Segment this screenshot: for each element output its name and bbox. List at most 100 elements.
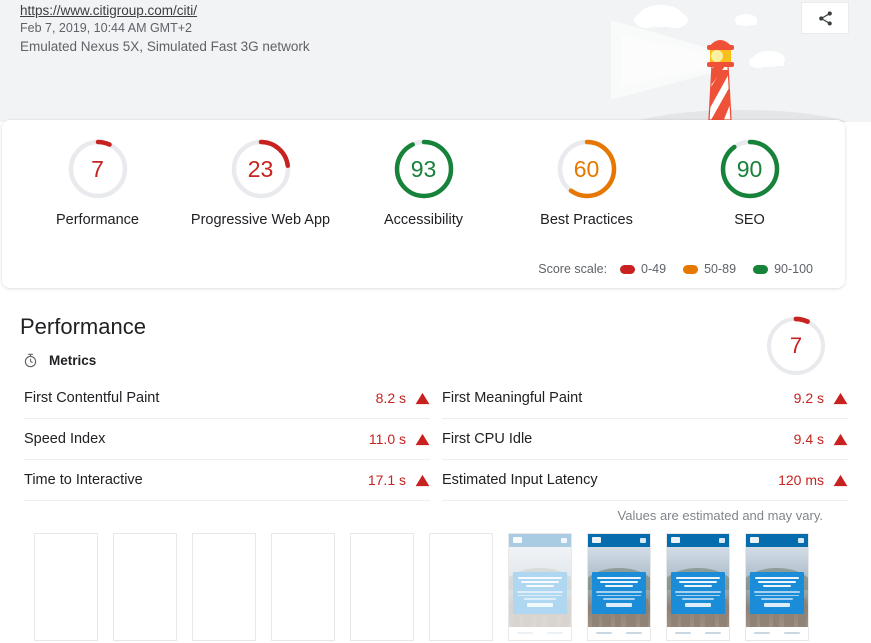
page-thumbnail xyxy=(667,534,729,640)
gauge-score-value: 7 xyxy=(91,155,104,182)
metric-value: 11.0 s xyxy=(368,431,406,447)
warning-triangle-icon xyxy=(415,433,430,445)
metric-value: 9.2 s xyxy=(793,390,824,406)
thumbnail-menu-icon xyxy=(798,538,804,543)
scale-range-pass: 90-100 xyxy=(774,262,813,276)
gauge-ring: 90 xyxy=(719,138,781,200)
gauge-ring: 23 xyxy=(230,138,292,200)
thumbnail-menu-icon xyxy=(561,538,567,543)
thumbnail-footer-line xyxy=(784,632,800,634)
share-button[interactable] xyxy=(801,2,849,34)
thumbnail-text-line xyxy=(525,585,555,587)
filmstrip-frame[interactable] xyxy=(34,533,98,641)
gauge-label: Performance xyxy=(55,212,139,228)
metric-row[interactable]: Time to Interactive 17.1 s xyxy=(24,460,430,501)
score-gauge-pwa[interactable]: 23 Progressive Web App xyxy=(179,138,342,228)
screenshot-filmstrip xyxy=(34,533,809,641)
report-url-link[interactable]: https://www.citigroup.com/citi/ xyxy=(20,2,310,20)
thumbnail-text-line xyxy=(678,581,718,583)
scale-range-fail: 0-49 xyxy=(641,262,667,276)
thumbnail-text-line xyxy=(604,585,634,587)
filmstrip-frame[interactable] xyxy=(429,533,493,641)
gauge-score-value: 93 xyxy=(410,155,437,182)
thumbnail-menu-icon xyxy=(640,538,646,543)
thumbnail-header-bar xyxy=(509,534,571,547)
score-gauge-performance[interactable]: 7 Performance xyxy=(16,138,179,228)
thumbnail-text-line xyxy=(517,591,563,593)
score-gauge-best-practices[interactable]: 60 Best Practices xyxy=(505,138,668,228)
thumbnail-text-line xyxy=(518,577,562,579)
filmstrip-frame[interactable] xyxy=(587,533,651,641)
report-timestamp: Feb 7, 2019, 10:44 AM GMT+2 xyxy=(20,21,192,35)
filmstrip-frame[interactable] xyxy=(745,533,809,641)
score-gauge-seo[interactable]: 90 SEO xyxy=(668,138,831,228)
thumbnail-text-line xyxy=(599,581,639,583)
metric-name: Estimated Input Latency xyxy=(442,472,598,488)
gauge-label: SEO xyxy=(734,212,765,228)
filmstrip-frame[interactable] xyxy=(666,533,730,641)
metrics-column-right: First Meaningful Paint 9.2 s First CPU I… xyxy=(442,378,848,501)
score-scale-item-fail: 0-49 xyxy=(620,262,666,276)
page-thumbnail xyxy=(509,534,571,640)
filmstrip-frame[interactable] xyxy=(350,533,414,641)
thumbnail-header-bar xyxy=(667,534,729,547)
performance-section-title: Performance xyxy=(20,314,146,339)
thumbnail-footer-line xyxy=(705,632,721,634)
thumbnail-footer xyxy=(588,627,650,640)
metric-row[interactable]: Estimated Input Latency 120 ms xyxy=(442,460,848,501)
metric-value: 9.4 s xyxy=(793,431,824,447)
thumbnail-text-line xyxy=(602,598,636,600)
score-scale-label: Score scale: xyxy=(538,262,608,276)
performance-score-gauge: 7 xyxy=(765,315,827,377)
score-scale-item-pass: 90-100 xyxy=(753,262,813,276)
filmstrip-frame[interactable] xyxy=(192,533,256,641)
filmstrip-frame[interactable] xyxy=(271,533,335,641)
estimate-disclaimer: Values are estimated and may vary. xyxy=(617,508,823,523)
thumbnail-text-line xyxy=(681,598,715,600)
share-icon xyxy=(818,10,832,26)
metric-row[interactable]: First Contentful Paint 8.2 s xyxy=(24,378,430,419)
gauge-label: Progressive Web App xyxy=(190,212,331,228)
warning-triangle-icon xyxy=(415,474,430,486)
thumbnail-footer xyxy=(746,627,808,640)
metric-row[interactable]: Speed Index 11.0 s xyxy=(24,419,430,460)
filmstrip-frame[interactable] xyxy=(508,533,572,641)
thumbnail-text-line xyxy=(520,581,560,583)
thumbnail-header-bar xyxy=(588,534,650,547)
thumbnail-footer xyxy=(509,627,571,640)
performance-score-value: 7 xyxy=(789,333,803,358)
metric-row[interactable]: First Meaningful Paint 9.2 s xyxy=(442,378,848,419)
warning-triangle-icon xyxy=(415,392,430,404)
score-scale-item-average: 50-89 xyxy=(683,262,736,276)
thumbnail-brand-logo xyxy=(513,537,522,543)
warning-triangle-icon xyxy=(833,474,848,486)
thumbnail-brand-logo xyxy=(750,537,759,543)
warning-triangle-icon xyxy=(833,433,848,445)
scale-pill-average xyxy=(683,264,699,274)
thumbnail-cta-button xyxy=(606,602,632,607)
thumbnail-text-line xyxy=(683,585,713,587)
gauge-ring: 93 xyxy=(393,138,455,200)
thumbnail-promo-card xyxy=(750,572,804,614)
metric-row[interactable]: First CPU Idle 9.4 s xyxy=(442,419,848,460)
metrics-column-left: First Contentful Paint 8.2 s Speed Index… xyxy=(24,378,430,501)
thumbnail-text-line xyxy=(675,591,721,593)
warning-triangle-icon xyxy=(833,392,848,404)
scores-card: 7 Performance 23 Progressive Web App 93 xyxy=(2,120,845,288)
scale-range-average: 50-89 xyxy=(704,262,737,276)
page-thumbnail xyxy=(746,534,808,640)
thumbnail-cta-button xyxy=(764,602,790,607)
score-gauge-accessibility[interactable]: 93 Accessibility xyxy=(342,138,505,228)
metric-name: First Contentful Paint xyxy=(24,390,160,406)
scale-pill-pass xyxy=(753,264,769,274)
gauge-ring: 7 xyxy=(67,138,129,200)
thumbnail-text-line xyxy=(597,577,641,579)
thumbnail-text-line xyxy=(754,591,800,593)
thumbnail-footer-line xyxy=(596,632,612,634)
thumbnail-text-line xyxy=(760,598,794,600)
thumbnail-text-line xyxy=(597,594,641,596)
metric-name: Speed Index xyxy=(24,431,106,447)
thumbnail-text-line xyxy=(523,598,557,600)
filmstrip-frame[interactable] xyxy=(113,533,177,641)
thumbnail-footer-line xyxy=(675,632,691,634)
